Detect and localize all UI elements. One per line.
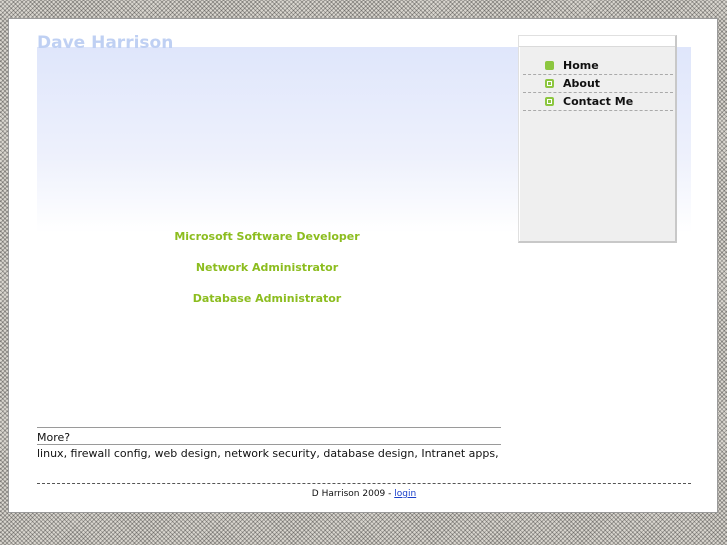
skills-list: linux, firewall config, web design, netw… <box>37 444 501 460</box>
page-container: Dave Harrison Home About Contact Me Micr… <box>8 18 718 513</box>
nav-item-about[interactable]: About <box>523 76 673 93</box>
login-link[interactable]: login <box>394 489 416 499</box>
nav-item-home[interactable]: Home <box>523 58 673 75</box>
site-title: Dave Harrison <box>37 33 174 53</box>
nav-panel: Home About Contact Me <box>518 35 677 243</box>
outline-square-icon <box>545 79 554 88</box>
nav-item-contact[interactable]: Contact Me <box>523 94 673 111</box>
footer: D Harrison 2009 - login <box>37 489 691 499</box>
role-item: Network Administrator <box>195 261 339 274</box>
more-label: More? <box>37 431 71 444</box>
footer-divider <box>37 483 691 484</box>
footer-text: D Harrison 2009 - <box>311 489 395 499</box>
nav-panel-top <box>519 36 675 47</box>
nav-item-label: Contact Me <box>563 95 634 108</box>
nav-item-label: Home <box>563 59 599 72</box>
more-section: More? linux, firewall config, web design… <box>37 427 501 460</box>
roles-list: Microsoft Software Developer Network Adm… <box>37 229 497 322</box>
role-item: Database Administrator <box>192 292 342 305</box>
role-item: Microsoft Software Developer <box>174 230 360 243</box>
outline-square-icon <box>545 97 554 106</box>
filled-square-icon <box>545 61 554 70</box>
nav-list: Home About Contact Me <box>523 58 673 112</box>
nav-item-label: About <box>563 77 601 90</box>
